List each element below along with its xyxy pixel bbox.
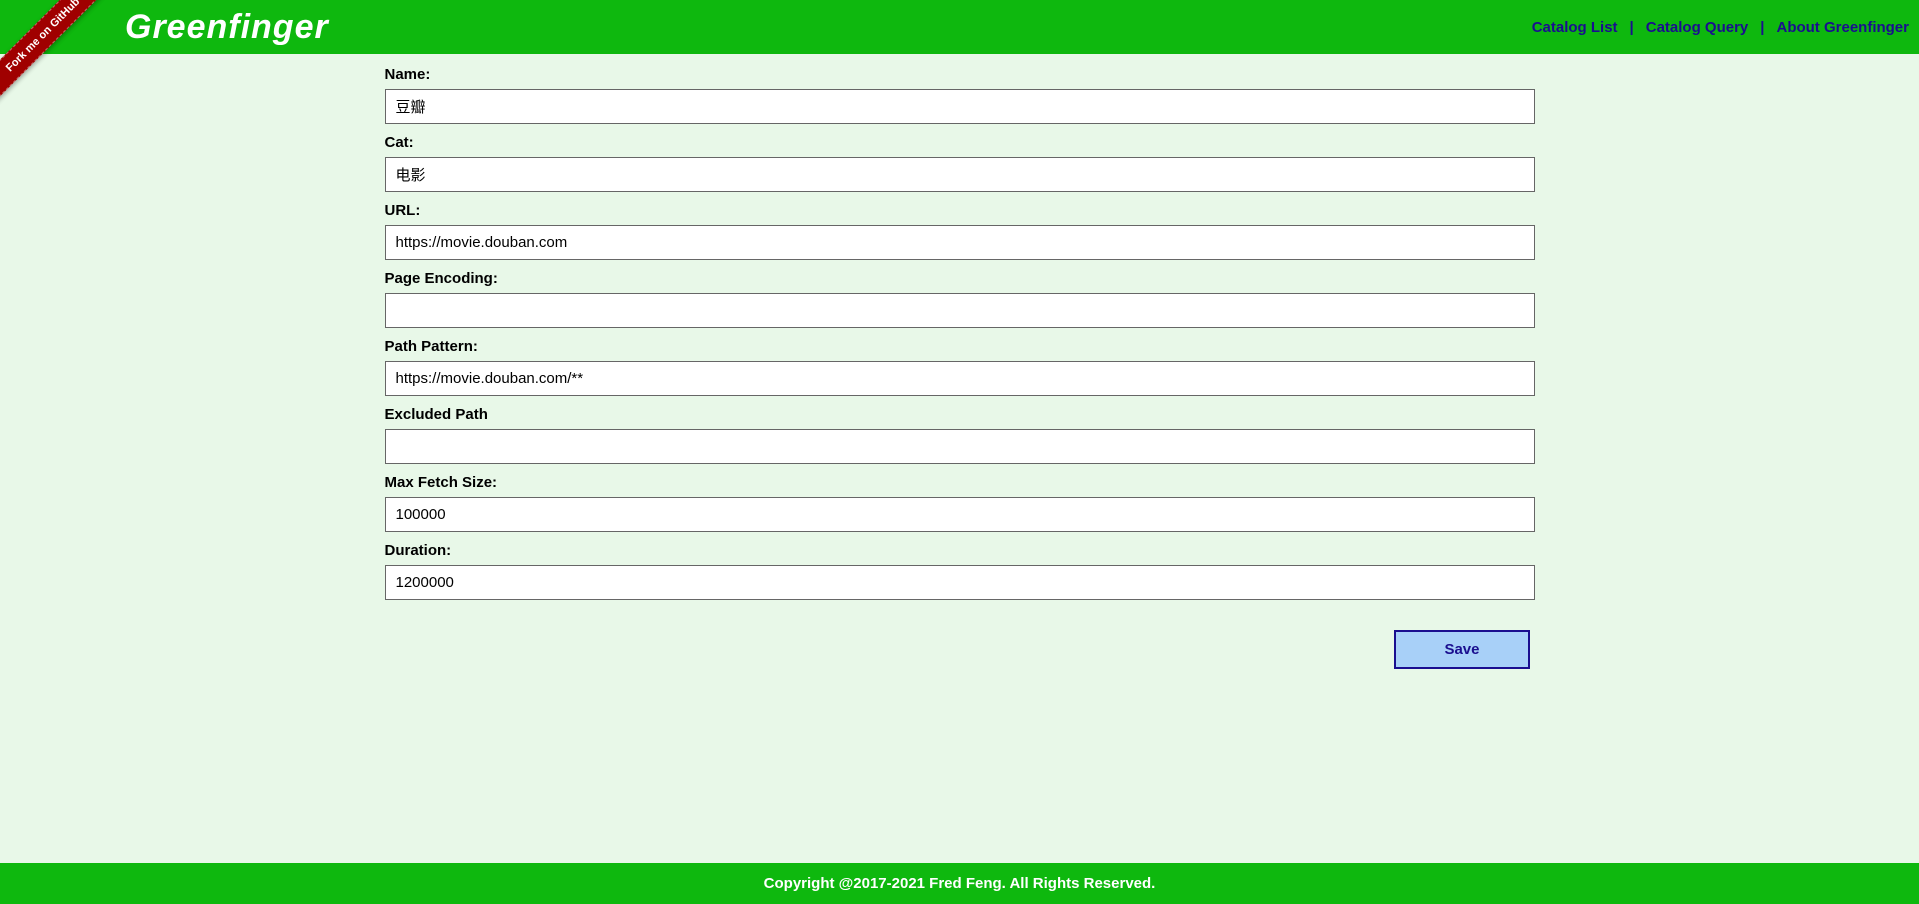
- form-group-max-fetch-size: Max Fetch Size:: [385, 474, 1535, 532]
- nav-separator: |: [1630, 19, 1634, 36]
- nav-catalog-list[interactable]: Catalog List: [1532, 19, 1618, 36]
- form-group-cat: Cat:: [385, 134, 1535, 192]
- cat-label: Cat:: [385, 134, 1535, 151]
- duration-input[interactable]: [385, 565, 1535, 600]
- name-input[interactable]: [385, 89, 1535, 124]
- button-row: Save: [385, 630, 1535, 669]
- excluded-path-label: Excluded Path: [385, 406, 1535, 423]
- github-ribbon[interactable]: Fork me on GitHub: [0, 0, 120, 120]
- duration-label: Duration:: [385, 542, 1535, 559]
- page-encoding-input[interactable]: [385, 293, 1535, 328]
- form-group-duration: Duration:: [385, 542, 1535, 600]
- form-group-url: URL:: [385, 202, 1535, 260]
- form-container: Name: Cat: URL: Page Encoding: Path Patt…: [385, 54, 1535, 862]
- max-fetch-size-label: Max Fetch Size:: [385, 474, 1535, 491]
- footer: Copyright @2017-2021 Fred Feng. All Righ…: [0, 863, 1919, 904]
- nav-about[interactable]: About Greenfinger: [1776, 19, 1909, 36]
- form-group-name: Name:: [385, 66, 1535, 124]
- url-label: URL:: [385, 202, 1535, 219]
- name-label: Name:: [385, 66, 1535, 83]
- save-button[interactable]: Save: [1394, 630, 1529, 669]
- form-group-page-encoding: Page Encoding:: [385, 270, 1535, 328]
- path-pattern-label: Path Pattern:: [385, 338, 1535, 355]
- nav-links: Catalog List | Catalog Query | About Gre…: [1532, 19, 1909, 36]
- excluded-path-input[interactable]: [385, 429, 1535, 464]
- nav-separator: |: [1760, 19, 1764, 36]
- github-ribbon-label: Fork me on GitHub: [0, 0, 112, 104]
- cat-input[interactable]: [385, 157, 1535, 192]
- max-fetch-size-input[interactable]: [385, 497, 1535, 532]
- url-input[interactable]: [385, 225, 1535, 260]
- copyright-text: Copyright @2017-2021 Fred Feng. All Righ…: [764, 875, 1156, 892]
- nav-catalog-query[interactable]: Catalog Query: [1646, 19, 1749, 36]
- content-wrapper: Name: Cat: URL: Page Encoding: Path Patt…: [0, 54, 1919, 862]
- form-group-path-pattern: Path Pattern:: [385, 338, 1535, 396]
- form-group-excluded-path: Excluded Path: [385, 406, 1535, 464]
- page-encoding-label: Page Encoding:: [385, 270, 1535, 287]
- logo: Greenfinger: [125, 8, 329, 47]
- path-pattern-input[interactable]: [385, 361, 1535, 396]
- header: Greenfinger Catalog List | Catalog Query…: [0, 0, 1919, 54]
